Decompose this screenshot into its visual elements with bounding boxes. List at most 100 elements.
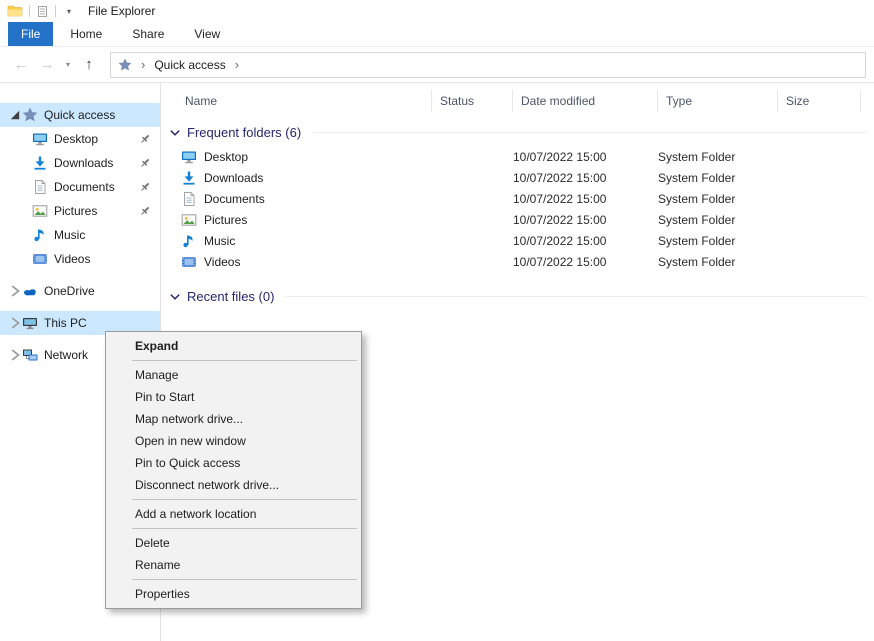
sidebar-item-label: OneDrive — [44, 284, 95, 298]
group-header-rule — [286, 296, 866, 297]
qat-customize-dropdown-icon[interactable]: ▾ — [67, 7, 71, 16]
sidebar-item-label: Videos — [54, 252, 90, 266]
sidebar-item-onedrive[interactable]: OneDrive — [0, 279, 160, 303]
file-name-cell: Downloads — [181, 170, 432, 186]
file-date-cell: 10/07/2022 15:00 — [513, 234, 658, 248]
menu-item-open-in-new-window[interactable]: Open in new window — [106, 430, 361, 452]
column-header-status[interactable]: Status — [432, 90, 513, 112]
sidebar-item-label: Pictures — [54, 204, 97, 218]
chevron-spacer — [18, 229, 32, 241]
file-name: Documents — [204, 192, 265, 206]
column-header-type[interactable]: Type — [658, 90, 778, 112]
file-date-cell: 10/07/2022 15:00 — [513, 150, 658, 164]
menu-item-delete[interactable]: Delete — [106, 532, 361, 554]
ribbon-tab-view[interactable]: View — [181, 22, 233, 46]
file-name: Downloads — [204, 171, 263, 185]
column-header-name[interactable]: Name — [177, 90, 432, 112]
sidebar-item-label: Desktop — [54, 132, 98, 146]
pin-icon — [139, 205, 151, 217]
menu-item-expand[interactable]: Expand — [106, 335, 361, 357]
file-row-documents[interactable]: Documents10/07/2022 15:00System Folder — [161, 188, 874, 209]
pin-icon — [139, 181, 151, 193]
ribbon-tab-share[interactable]: Share — [119, 22, 177, 46]
videos-icon — [32, 251, 48, 267]
file-date-cell: 10/07/2022 15:00 — [513, 192, 658, 206]
file-row-desktop[interactable]: Desktop 10/07/2022 15:00System Folder — [161, 146, 874, 167]
downloads-icon — [181, 170, 197, 186]
group-collapse-icon[interactable] — [169, 291, 181, 303]
ribbon-tab-file[interactable]: File — [8, 22, 53, 46]
menu-item-pin-to-quick-access[interactable]: Pin to Quick access — [106, 452, 361, 474]
music-icon — [32, 227, 48, 243]
pictures-icon — [32, 203, 48, 219]
this-pc-icon — [22, 315, 38, 331]
file-date-cell: 10/07/2022 15:00 — [513, 255, 658, 269]
menu-item-rename[interactable]: Rename — [106, 554, 361, 576]
location-icon — [118, 58, 132, 72]
file-type-cell: System Folder — [658, 150, 778, 164]
group-collapse-icon[interactable] — [169, 127, 181, 139]
breadcrumb[interactable]: Quick access — [154, 58, 225, 72]
sidebar-item-downloads[interactable]: Downloads — [0, 151, 160, 175]
sidebar-item-label: Documents — [54, 180, 115, 194]
sidebar-item-music[interactable]: Music — [0, 223, 160, 247]
back-button[interactable]: ← — [8, 56, 34, 73]
documents-icon — [32, 179, 48, 195]
group-label: Frequent folders (6) — [187, 125, 301, 140]
sidebar-item-pictures[interactable]: Pictures — [0, 199, 160, 223]
breadcrumb-chevron-icon[interactable]: › — [141, 57, 145, 72]
file-row-downloads[interactable]: Downloads10/07/2022 15:00System Folder — [161, 167, 874, 188]
navigation-bar: ← → ▾ ↑ › Quick access › — [0, 47, 874, 83]
chevron-spacer — [18, 205, 32, 217]
music-icon — [181, 233, 197, 249]
toolbar-separator — [29, 5, 30, 17]
quick-access-toolbar-icon[interactable] — [36, 5, 49, 18]
group-header-rule — [313, 132, 866, 133]
chevron-collapsed-icon[interactable] — [8, 317, 22, 329]
context-menu: Expand ManagePin to StartMap network driv… — [105, 331, 362, 609]
column-header-date-modified[interactable]: Date modified — [513, 90, 658, 112]
file-row-videos[interactable]: Videos10/07/2022 15:00System Folder — [161, 251, 874, 272]
network-icon — [22, 347, 38, 363]
sidebar-item-desktop[interactable]: Desktop — [0, 127, 160, 151]
menu-item-properties[interactable]: Properties — [106, 583, 361, 605]
explorer-logo-icon — [7, 3, 23, 19]
recent-locations-dropdown-icon[interactable]: ▾ — [60, 60, 76, 69]
sidebar-section-gap — [0, 303, 160, 311]
menu-separator — [132, 528, 357, 529]
menu-item-add-a-network-location[interactable]: Add a network location — [106, 503, 361, 525]
chevron-expanded-icon[interactable] — [8, 109, 22, 121]
chevron-spacer — [18, 253, 32, 265]
ribbon-tab-home[interactable]: Home — [57, 22, 115, 46]
sidebar-item-label: Network — [44, 348, 88, 362]
sidebar-item-label: Quick access — [44, 108, 115, 122]
chevron-collapsed-icon[interactable] — [8, 285, 22, 297]
file-name: Desktop — [204, 150, 248, 164]
sidebar-item-documents[interactable]: Documents — [0, 175, 160, 199]
star-icon — [22, 107, 38, 123]
file-row-pictures[interactable]: Pictures10/07/2022 15:00System Folder — [161, 209, 874, 230]
file-name: Pictures — [204, 213, 247, 227]
file-row-music[interactable]: Music10/07/2022 15:00System Folder — [161, 230, 874, 251]
menu-item-map-network-drive[interactable]: Map network drive... — [106, 408, 361, 430]
sidebar-item-label: Downloads — [54, 156, 113, 170]
up-button[interactable]: ↑ — [76, 56, 102, 73]
file-type-cell: System Folder — [658, 234, 778, 248]
sidebar-item-quick-access[interactable]: Quick access — [0, 103, 160, 127]
file-name-cell: Documents — [181, 191, 432, 207]
group-header-frequent-folders[interactable]: Frequent folders (6) — [169, 125, 866, 140]
videos-icon — [181, 254, 197, 270]
menu-separator — [132, 499, 357, 500]
chevron-collapsed-icon[interactable] — [8, 349, 22, 361]
column-header-size[interactable]: Size — [778, 90, 861, 112]
forward-button[interactable]: → — [34, 56, 60, 73]
desktop-icon — [32, 131, 48, 147]
menu-item-manage[interactable]: Manage — [106, 364, 361, 386]
menu-item-disconnect-network-drive[interactable]: Disconnect network drive... — [106, 474, 361, 496]
breadcrumb-chevron-icon[interactable]: › — [235, 57, 239, 72]
pin-icon — [139, 133, 151, 145]
address-bar[interactable]: › Quick access › — [110, 52, 866, 78]
sidebar-item-videos[interactable]: Videos — [0, 247, 160, 271]
menu-item-pin-to-start[interactable]: Pin to Start — [106, 386, 361, 408]
group-header-recent-files[interactable]: Recent files (0) — [169, 289, 866, 304]
